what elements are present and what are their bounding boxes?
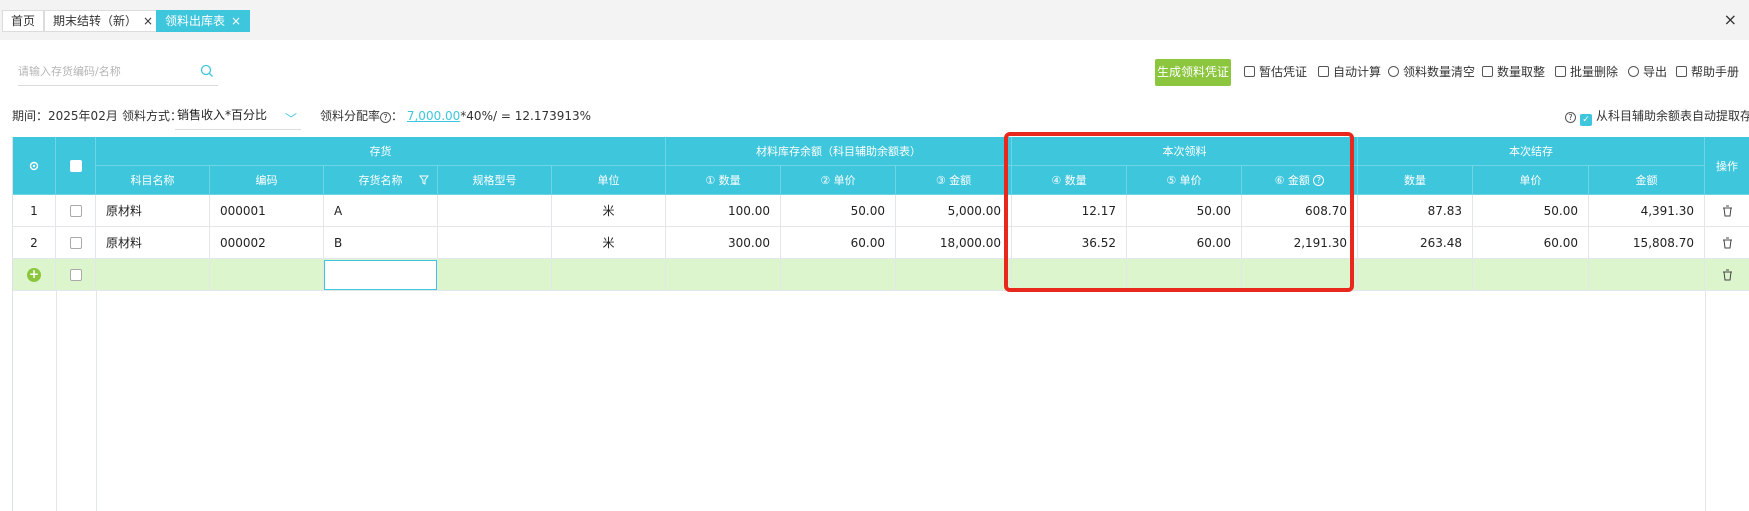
calculator-icon [1318, 66, 1329, 77]
cell-bal-price: 60.00 [1473, 227, 1589, 259]
clear-quantity-button[interactable]: 领料数量清空 [1388, 64, 1475, 80]
col-unit: 单位 [552, 166, 666, 195]
cell-stock-amount: 18,000.00 [896, 227, 1012, 259]
close-window-icon[interactable]: × [1724, 10, 1737, 30]
search-input[interactable] [18, 58, 188, 84]
help-icon[interactable]: ? [380, 112, 392, 123]
trash-icon[interactable] [1722, 269, 1733, 281]
voucher-icon [1244, 66, 1255, 77]
help-icon[interactable]: ? [1565, 112, 1576, 123]
select-all-header [56, 137, 96, 195]
inventory-name-input[interactable] [324, 260, 437, 290]
auto-fetch-option[interactable]: ? ✓ 从科目辅助余额表自动提取存货 [1565, 108, 1749, 126]
cell-subject-name[interactable]: 原材料 [96, 195, 210, 227]
eraser-icon [1388, 66, 1399, 77]
book-icon [1676, 66, 1687, 77]
col-stock-amount: ③ 金额 [896, 166, 1012, 195]
cell-bal-qty: 87.83 [1358, 195, 1473, 227]
cell-inventory-name[interactable]: B [324, 227, 438, 259]
col-stock-qty: ① 数量 [666, 166, 781, 195]
cell-unit[interactable]: 米 [552, 195, 666, 227]
row-checkbox[interactable] [69, 268, 82, 281]
col-stock-price: ② 单价 [781, 166, 896, 195]
new-cell-spec[interactable] [438, 259, 552, 291]
settings-header[interactable] [13, 137, 56, 195]
cell-subject-name[interactable]: 原材料 [96, 227, 210, 259]
batch-delete-button[interactable]: 批量删除 [1555, 64, 1618, 80]
search-box [18, 58, 218, 86]
cell-spec[interactable] [438, 195, 552, 227]
new-cell-unit[interactable] [552, 259, 666, 291]
filter-icon[interactable] [419, 175, 429, 185]
material-issue-table: 存货 材料库存余额（科目辅助余额表） 本次领料 本次结存 操作 科目名称 编码 … [12, 137, 1749, 511]
search-icon[interactable] [200, 64, 214, 78]
group-stock-balance: 材料库存余额（科目辅助余额表） [666, 137, 1012, 166]
cell-stock-price: 50.00 [781, 195, 896, 227]
col-subject-name: 科目名称 [96, 166, 210, 195]
new-cell-subject-name[interactable] [96, 259, 210, 291]
col-spec: 规格型号 [438, 166, 552, 195]
col-inventory-name: 存货名称 [324, 166, 438, 195]
cell-bal-amount: 4,391.30 [1589, 195, 1705, 227]
cell-code[interactable]: 000002 [210, 227, 324, 259]
trash-icon[interactable] [1722, 205, 1733, 217]
cell-inventory-name[interactable]: A [324, 195, 438, 227]
cell-bal-amount: 15,808.70 [1589, 227, 1705, 259]
method-label: 领料方式： [122, 109, 183, 123]
row-checkbox[interactable] [69, 204, 82, 217]
highlight-box-current-issue [1004, 132, 1354, 292]
round-quantity-button[interactable]: 数量取整 [1482, 64, 1545, 80]
cell-bal-price: 50.00 [1473, 195, 1589, 227]
row-checkbox[interactable] [69, 236, 82, 249]
trash-icon [1555, 66, 1566, 77]
cell-bal-qty: 263.48 [1358, 227, 1473, 259]
help-manual-button[interactable]: 帮助手册 [1676, 64, 1739, 80]
cell-spec[interactable] [438, 227, 552, 259]
col-bal-qty: 数量 [1358, 166, 1473, 195]
col-bal-amount: 金额 [1589, 166, 1705, 195]
group-current-balance: 本次结存 [1358, 137, 1705, 166]
trash-icon[interactable] [1722, 237, 1733, 249]
cell-code[interactable]: 000001 [210, 195, 324, 227]
estimate-voucher-button[interactable]: 暂估凭证 [1244, 64, 1307, 80]
cell-unit[interactable]: 米 [552, 227, 666, 259]
tab-material-issue[interactable]: 领料出库表 × [156, 10, 251, 32]
actions-header: 操作 [1705, 137, 1749, 195]
col-code: 编码 [210, 166, 324, 195]
export-icon [1628, 66, 1639, 77]
round-icon [1482, 66, 1493, 77]
group-inventory: 存货 [96, 137, 666, 166]
auto-calc-button[interactable]: 自动计算 [1318, 64, 1381, 80]
issue-method-select[interactable]: 销售收入*百分比 ﹀ [175, 104, 301, 130]
chevron-down-icon: ﹀ [284, 112, 297, 126]
cell-stock-amount: 5,000.00 [896, 195, 1012, 227]
close-icon[interactable]: × [143, 14, 153, 28]
rate-base-link[interactable]: 7,000.00 [407, 109, 460, 123]
select-all-checkbox[interactable] [69, 159, 82, 172]
tab-period-end-transfer[interactable]: 期末结转（新） × [44, 10, 163, 32]
add-row-icon[interactable]: + [27, 267, 41, 282]
new-cell-code[interactable] [210, 259, 324, 291]
allocation-rate: 领料分配率?： 7,000.00*40%/ = 12.173913% [320, 109, 592, 123]
tab-home[interactable]: 首页 [2, 10, 45, 32]
cell-stock-price: 60.00 [781, 227, 896, 259]
export-button[interactable]: 导出 [1628, 64, 1667, 80]
generate-voucher-button[interactable]: 生成领料凭证 [1155, 59, 1231, 86]
row-number: 1 [13, 195, 56, 227]
gear-icon[interactable] [28, 160, 40, 172]
tab-bar: 首页 期末结转（新） × 领料出库表 × × [0, 0, 1749, 40]
period: 期间：2025年02月 [12, 109, 118, 123]
cell-stock-qty: 300.00 [666, 227, 781, 259]
col-bal-price: 单价 [1473, 166, 1589, 195]
row-number: 2 [13, 227, 56, 259]
close-icon[interactable]: × [231, 14, 241, 28]
auto-fetch-checkbox[interactable]: ✓ [1580, 114, 1592, 126]
cell-stock-qty: 100.00 [666, 195, 781, 227]
